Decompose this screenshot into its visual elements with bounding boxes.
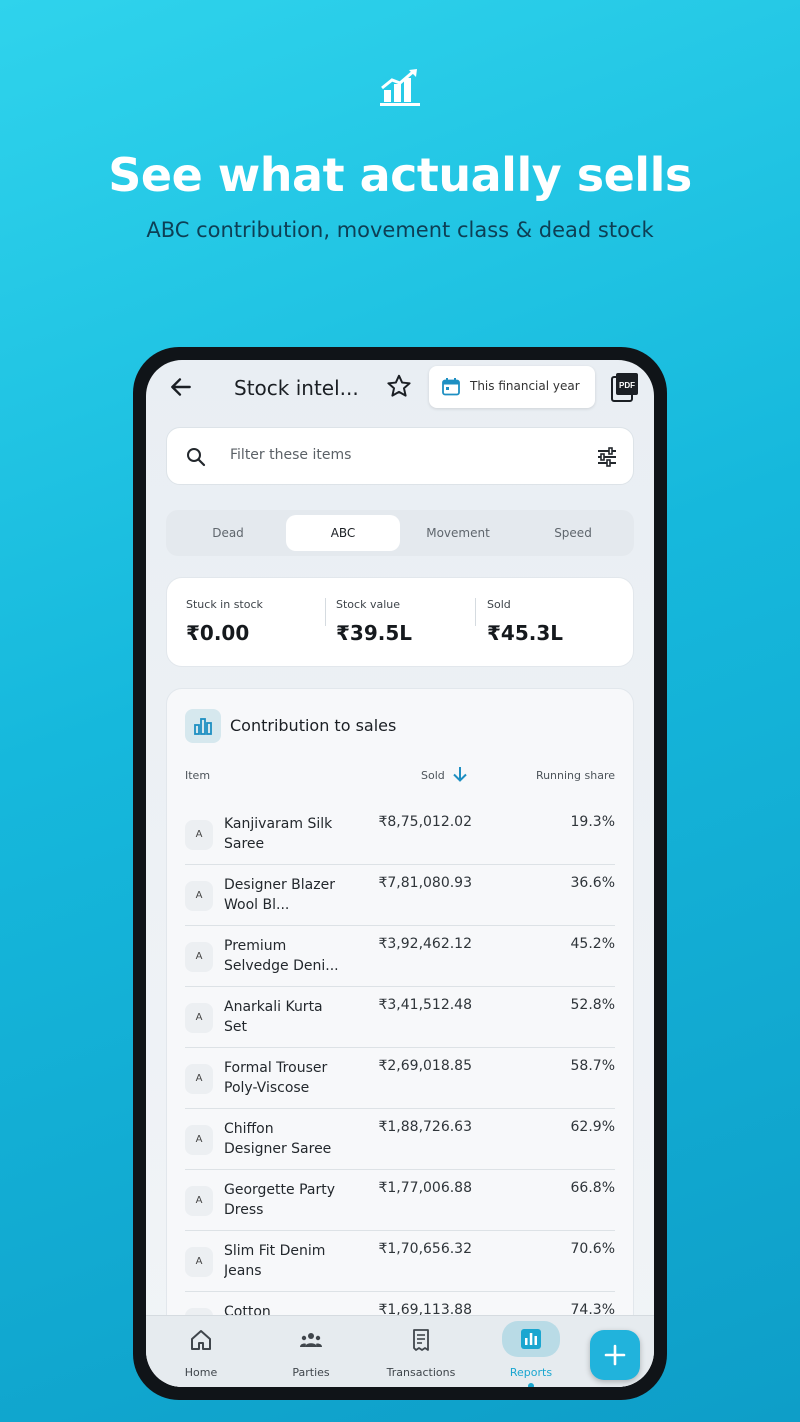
plus-icon — [604, 1344, 626, 1366]
divider — [475, 598, 476, 626]
stock-summary-card: Stuck in stock ₹0.00 Stock value ₹39.5L … — [166, 577, 634, 667]
hero-title: See what actually sells — [108, 148, 692, 202]
abc-class-badge: A — [185, 1247, 213, 1277]
pdf-export-icon[interactable]: PDF — [611, 372, 639, 402]
home-icon — [191, 1330, 211, 1350]
nav-label: Parties — [292, 1366, 330, 1379]
abc-class-badge: A — [185, 942, 213, 972]
item-name: Georgette Party Dress — [224, 1182, 336, 1218]
item-name: Slim Fit Denim Jeans — [224, 1243, 326, 1279]
tab-movement[interactable]: Movement — [401, 515, 515, 551]
table-row[interactable]: A Georgette Party Dress ₹1,77,006.88 66.8% — [185, 1170, 615, 1231]
search-icon — [187, 448, 206, 467]
page-title: Stock intel... — [234, 376, 359, 400]
card-title: Contribution to sales — [230, 716, 397, 735]
item-running-share: 58.7% — [570, 1058, 615, 1074]
stat-value: ₹45.3L — [487, 621, 564, 645]
item-name: Kanjivaram Silk Saree — [224, 816, 333, 852]
bar-chart-icon — [521, 1329, 541, 1349]
table-row[interactable]: A Chiffon Designer Saree ₹1,88,726.63 62.9% — [185, 1109, 615, 1170]
item-name: Formal Trouser Poly-Viscose — [224, 1060, 328, 1096]
item-running-share: 52.8% — [570, 997, 615, 1013]
table-row[interactable]: A Designer Blazer Wool Bl... ₹7,81,080.93 3… — [185, 865, 615, 926]
add-fab-button[interactable] — [590, 1330, 640, 1380]
stat-sold: Sold ₹45.3L — [487, 598, 563, 645]
stat-value: ₹39.5L — [336, 621, 413, 645]
item-sold-amount: ₹2,69,018.85 — [378, 1058, 472, 1074]
stat-stuck-in-stock: Stuck in stock ₹0.00 — [186, 598, 263, 645]
column-header-running-share: Running share — [535, 769, 615, 782]
nav-reports[interactable]: Reports — [476, 1316, 586, 1387]
item-name: Designer Blazer Wool Bl... — [224, 877, 335, 913]
item-running-share: 66.8% — [570, 1180, 615, 1196]
stat-value: ₹0.00 — [186, 621, 250, 645]
item-sold-amount: ₹8,75,012.02 — [378, 814, 472, 830]
nav-label: Transactions — [386, 1366, 456, 1379]
app-screen: Stock intel... This financial year PDF F… — [146, 360, 654, 1387]
abc-class-badge: A — [185, 1003, 213, 1033]
people-icon — [300, 1333, 322, 1347]
active-dot — [528, 1383, 534, 1387]
table-row[interactable]: A Kanjivaram Silk Saree ₹8,75,012.02 19.3% — [185, 804, 615, 865]
table-row[interactable]: A Slim Fit Denim Jeans ₹1,70,656.32 70.6% — [185, 1231, 615, 1292]
item-running-share: 70.6% — [570, 1241, 615, 1257]
abc-class-badge: A — [185, 1186, 213, 1216]
bottom-navigation: Home Parties Transactions Reports — [146, 1315, 654, 1387]
filter-sliders-icon[interactable] — [595, 445, 619, 469]
item-sold-amount: ₹1,88,726.63 — [378, 1119, 472, 1135]
item-sold-amount: ₹3,41,512.48 — [378, 997, 472, 1013]
tab-speed[interactable]: Speed — [516, 515, 630, 551]
abc-class-badge: A — [185, 881, 213, 911]
stat-label: Sold — [487, 598, 511, 611]
table-row[interactable]: A Premium Selvedge Deni... ₹3,92,462.12 45.… — [185, 926, 615, 987]
abc-class-badge: A — [185, 820, 213, 850]
table-row[interactable]: A Formal Trouser Poly-Viscose ₹2,69,018.85… — [185, 1048, 615, 1109]
search-input[interactable]: Filter these items — [230, 447, 351, 463]
pdf-label: PDF — [619, 381, 635, 390]
abc-class-badge: A — [185, 1064, 213, 1094]
nav-label: Home — [184, 1366, 218, 1379]
item-running-share: 62.9% — [570, 1119, 615, 1135]
period-selector[interactable]: This financial year — [429, 366, 595, 408]
item-running-share: 19.3% — [570, 814, 615, 830]
item-running-share: 45.2% — [570, 936, 615, 952]
phone-frame: Stock intel... This financial year PDF F… — [133, 347, 667, 1400]
table-row[interactable]: A Anarkali Kurta Set ₹3,41,512.48 52.8% — [185, 987, 615, 1048]
abc-class-badge: A — [185, 1125, 213, 1155]
calendar-icon — [442, 378, 460, 396]
stat-label: Stuck in stock — [186, 598, 263, 611]
item-running-share: 36.6% — [570, 875, 615, 891]
tab-abc[interactable]: ABC — [286, 515, 400, 551]
item-sold-amount: ₹3,92,462.12 — [378, 936, 472, 952]
tab-dead[interactable]: Dead — [171, 515, 285, 551]
top-app-bar: Stock intel... This financial year PDF — [146, 360, 654, 416]
nav-parties[interactable]: Parties — [256, 1316, 366, 1387]
item-sold-amount: ₹1,70,656.32 — [378, 1241, 472, 1257]
receipt-icon — [413, 1329, 429, 1351]
column-header-sold[interactable]: Sold — [421, 769, 445, 782]
item-name: Anarkali Kurta Set — [224, 999, 323, 1035]
item-name: Chiffon Designer Saree — [224, 1121, 332, 1157]
divider — [325, 598, 326, 626]
item-name: Premium Selvedge Deni... — [224, 938, 339, 974]
stat-label: Stock value — [336, 598, 400, 611]
nav-transactions[interactable]: Transactions — [366, 1316, 476, 1387]
nav-home[interactable]: Home — [146, 1316, 256, 1387]
hero-subtitle: ABC contribution, movement class & dead … — [146, 218, 654, 242]
column-header-item: Item — [185, 769, 211, 782]
contribution-card: Contribution to sales Item Sold Running … — [166, 688, 634, 1387]
stat-stock-value: Stock value ₹39.5L — [336, 598, 412, 645]
star-icon[interactable] — [386, 373, 412, 399]
bar-chart-icon — [185, 709, 221, 743]
period-label: This financial year — [470, 379, 580, 393]
nav-label: Reports — [509, 1366, 553, 1379]
back-arrow-icon[interactable] — [168, 374, 194, 400]
growth-chart-icon — [380, 69, 420, 106]
search-bar[interactable]: Filter these items — [166, 427, 634, 485]
report-type-tabs: Dead ABC Movement Speed — [166, 510, 634, 556]
sort-descending-icon[interactable] — [451, 765, 469, 783]
item-sold-amount: ₹1,77,006.88 — [378, 1180, 472, 1196]
item-sold-amount: ₹7,81,080.93 — [378, 875, 472, 891]
